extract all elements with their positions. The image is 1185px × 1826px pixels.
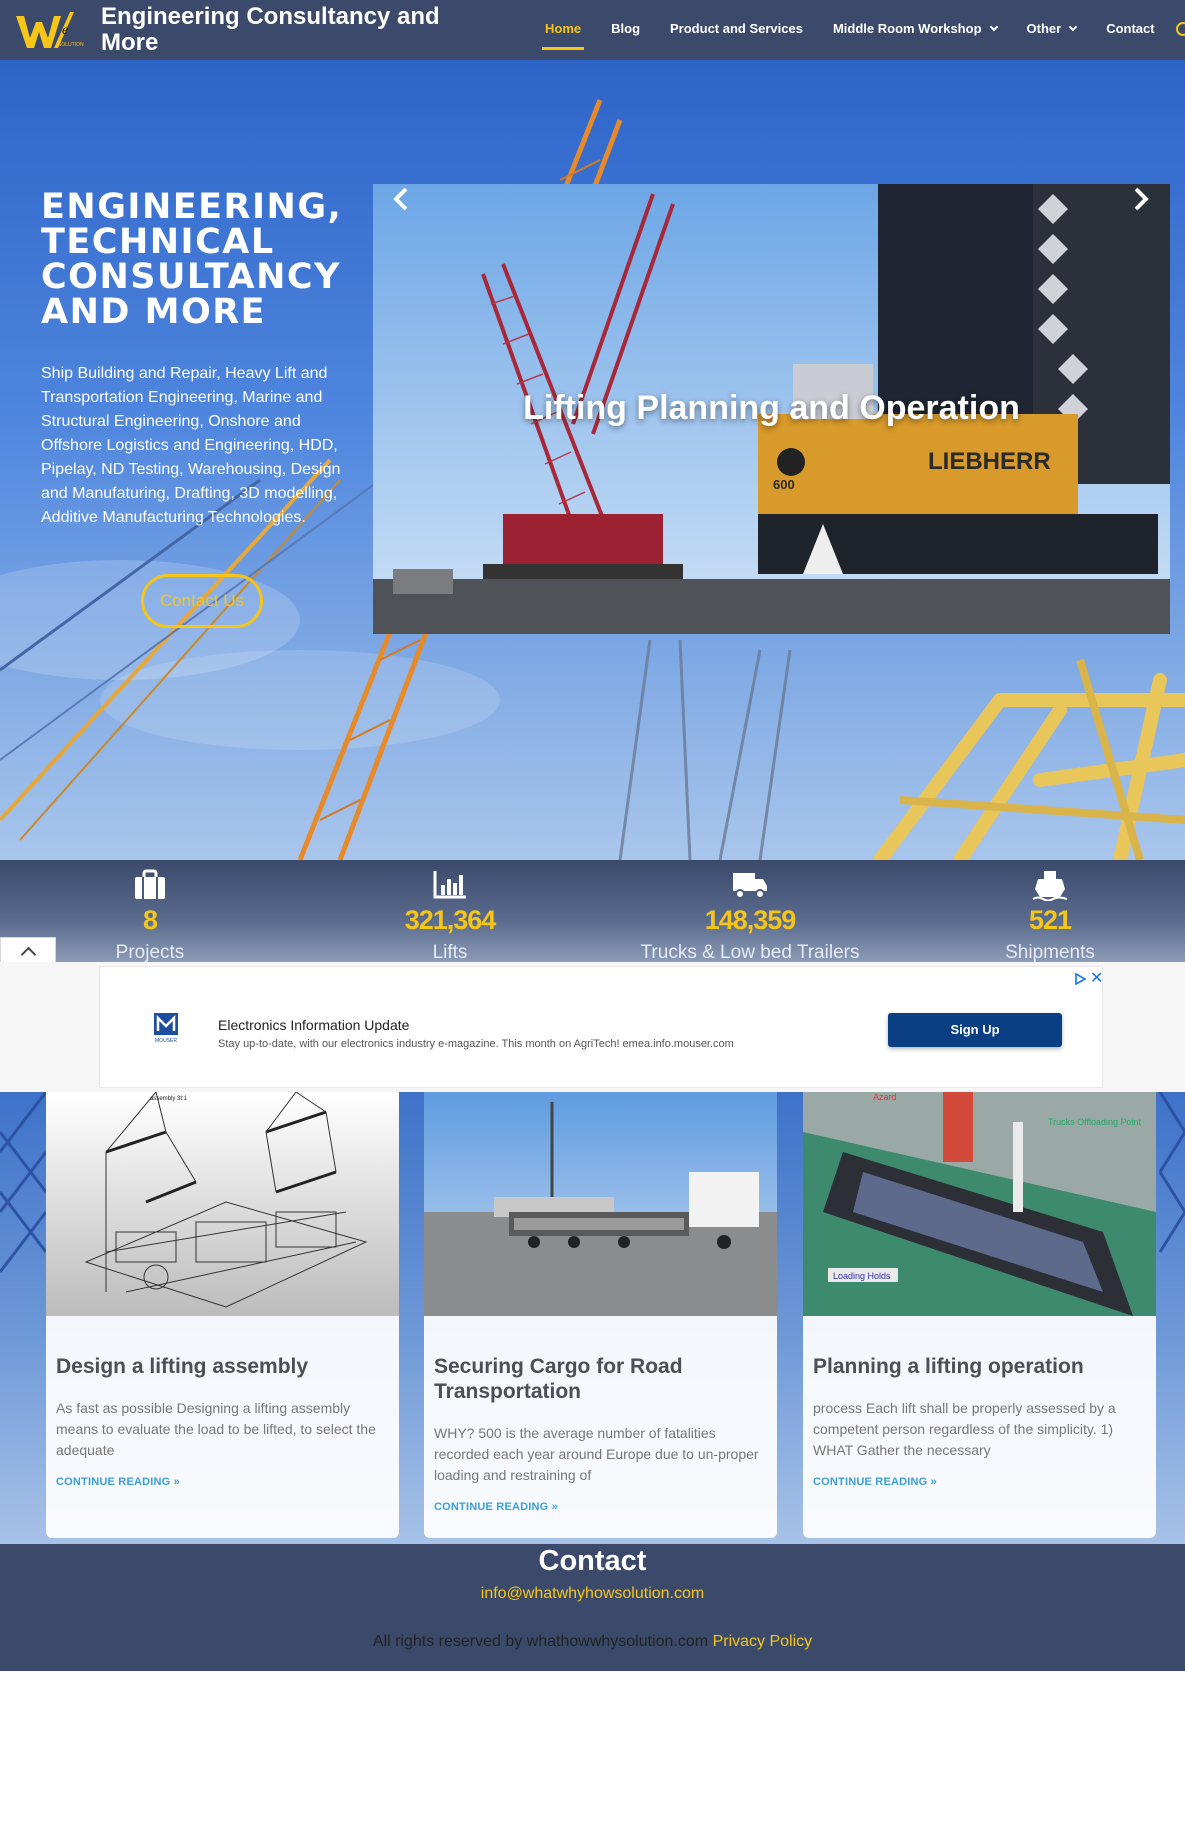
ad-title: Electronics Information Update xyxy=(218,1017,410,1033)
nav-blog[interactable]: Blog xyxy=(596,0,655,60)
ad-banner-container: MOUSER Electronics Information Update St… xyxy=(0,962,1185,1092)
stat-label: Trucks & Low bed Trailers xyxy=(640,942,860,962)
ad-brand-text: MOUSER xyxy=(155,1038,177,1044)
collapse-ad-button[interactable] xyxy=(0,937,56,965)
site-header: e SOLUTION Engineering Consultancy and M… xyxy=(0,0,1185,60)
privacy-policy-link[interactable]: Privacy Policy xyxy=(713,1633,813,1650)
post-card-securing-cargo[interactable]: Securing Cargo for Road Transportation W… xyxy=(424,1092,777,1538)
ad-close-icon[interactable]: ✕ xyxy=(1090,968,1103,988)
post-excerpt: process Each lift shall be properly asse… xyxy=(813,1400,1116,1458)
mouser-logo-icon: MOUSER xyxy=(154,1013,178,1044)
thumbnail-caption: assembly 3t:1 xyxy=(150,1096,188,1102)
ship-icon xyxy=(1032,871,1068,901)
site-footer: Contact info@whatwhyhowsolution.com All … xyxy=(0,1544,1185,1671)
hero-heading: ENGINEERING, TECHNICAL CONSULTANCY AND M… xyxy=(41,187,343,332)
truck-icon xyxy=(733,873,767,899)
crane-brand-text: LIEBHERR xyxy=(928,448,1051,475)
footer-title: Contact xyxy=(538,1545,647,1577)
chevron-up-icon xyxy=(20,946,37,963)
nav-workshop-label: Middle Room Workshop xyxy=(832,21,982,36)
nav-middle-room-workshop[interactable]: Middle Room Workshop xyxy=(818,0,1012,60)
thumbnail-label: Trucks Offloading Point xyxy=(1048,1117,1142,1127)
nav-other[interactable]: Other xyxy=(1012,0,1092,60)
post-excerpt: As fast as possible Designing a lifting … xyxy=(56,1400,376,1458)
nav-blog-label: Blog xyxy=(611,21,641,36)
post-title[interactable]: Design a lifting assembly xyxy=(56,1354,386,1379)
post-title[interactable]: Planning a lifting operation xyxy=(813,1354,1143,1379)
thumbnail-label: Loading Holds xyxy=(833,1271,891,1281)
search-icon[interactable] xyxy=(1176,22,1185,36)
post-thumbnail[interactable]: assembly 3t:1 xyxy=(46,1092,399,1316)
nav-contact[interactable]: Contact xyxy=(1091,0,1169,60)
chevron-right-icon[interactable] xyxy=(1125,184,1155,214)
svg-text:e: e xyxy=(62,23,68,38)
site-logo[interactable]: e SOLUTION xyxy=(14,8,84,52)
ad-banner[interactable]: MOUSER Electronics Information Update St… xyxy=(99,966,1103,1088)
crane-number-text: 600 xyxy=(773,477,795,492)
main-nav: Home Blog Product and Services Middle Ro… xyxy=(530,0,1170,60)
nav-other-label: Other xyxy=(1026,21,1062,36)
post-thumbnail[interactable]: Azard Trucks Offloading Point Loading Ho… xyxy=(803,1092,1156,1316)
ad-description: Stay up-to-date, with our electronics in… xyxy=(218,1038,734,1050)
slide-caption: Lifting Planning and Operation xyxy=(523,389,1020,427)
copyright-text: All rights reserved by whathowwhysolutio… xyxy=(372,1633,709,1650)
posts-section: assembly 3t:1 Design a lifting assembly … xyxy=(0,1092,1185,1544)
footer-email-link[interactable]: info@whatwhyhowsolution.com xyxy=(0,1585,1185,1603)
chevron-down-icon xyxy=(989,22,998,32)
post-excerpt: WHY? 500 is the average number of fatali… xyxy=(434,1425,759,1483)
continue-reading-link[interactable]: CONTINUE READING » xyxy=(813,1476,937,1488)
nav-products-label: Product and Services xyxy=(670,21,803,36)
briefcase-icon xyxy=(135,869,165,899)
ad-sign-up-button[interactable]: Sign Up xyxy=(888,1013,1062,1047)
footer-copyright: All rights reserved by whathowwhysolutio… xyxy=(0,1633,1185,1651)
nav-contact-label: Contact xyxy=(1106,21,1155,36)
chevron-down-icon xyxy=(1068,22,1078,32)
continue-reading-link[interactable]: CONTINUE READING » xyxy=(56,1476,180,1488)
bar-chart-icon xyxy=(433,871,466,899)
stats-band: 8 Projects 321,364 Lifts 148,359 Trucks … xyxy=(0,860,1185,962)
post-card-design-lifting-assembly[interactable]: assembly 3t:1 Design a lifting assembly … xyxy=(46,1092,399,1538)
nav-home[interactable]: Home xyxy=(530,0,596,60)
stat-value: 521 xyxy=(1028,905,1072,935)
nav-product-and-services[interactable]: Product and Services xyxy=(655,0,818,60)
stat-label: Shipments xyxy=(1005,942,1095,962)
svg-text:SOLUTION: SOLUTION xyxy=(58,42,84,48)
hero-section: ENGINEERING, TECHNICAL CONSULTANCY AND M… xyxy=(0,60,1185,860)
contact-us-button[interactable]: Contact Us xyxy=(141,574,263,628)
hero-description: Ship Building and Repair, Heavy Lift and… xyxy=(41,365,341,526)
continue-reading-link[interactable]: CONTINUE READING » xyxy=(434,1501,558,1513)
site-title[interactable]: Engineering Consultancy and More xyxy=(101,4,441,56)
ad-choices-icon[interactable] xyxy=(1074,973,1086,985)
stat-value: 148,359 xyxy=(704,905,797,935)
nav-home-label: Home xyxy=(545,21,582,36)
post-title[interactable]: Securing Cargo for Road Transportation xyxy=(434,1354,764,1404)
stat-value: 8 xyxy=(142,905,158,935)
stat-value: 321,364 xyxy=(404,905,497,935)
stat-label: Lifts xyxy=(432,942,468,962)
thumbnail-label: Azard xyxy=(873,1092,897,1102)
post-thumbnail[interactable] xyxy=(424,1092,777,1316)
chevron-left-icon[interactable] xyxy=(387,184,417,214)
image-slider[interactable]: LIEBHERR 600 Lifting Planning and Operat… xyxy=(373,184,1170,634)
post-card-planning-lifting-operation[interactable]: Azard Trucks Offloading Point Loading Ho… xyxy=(803,1092,1156,1538)
